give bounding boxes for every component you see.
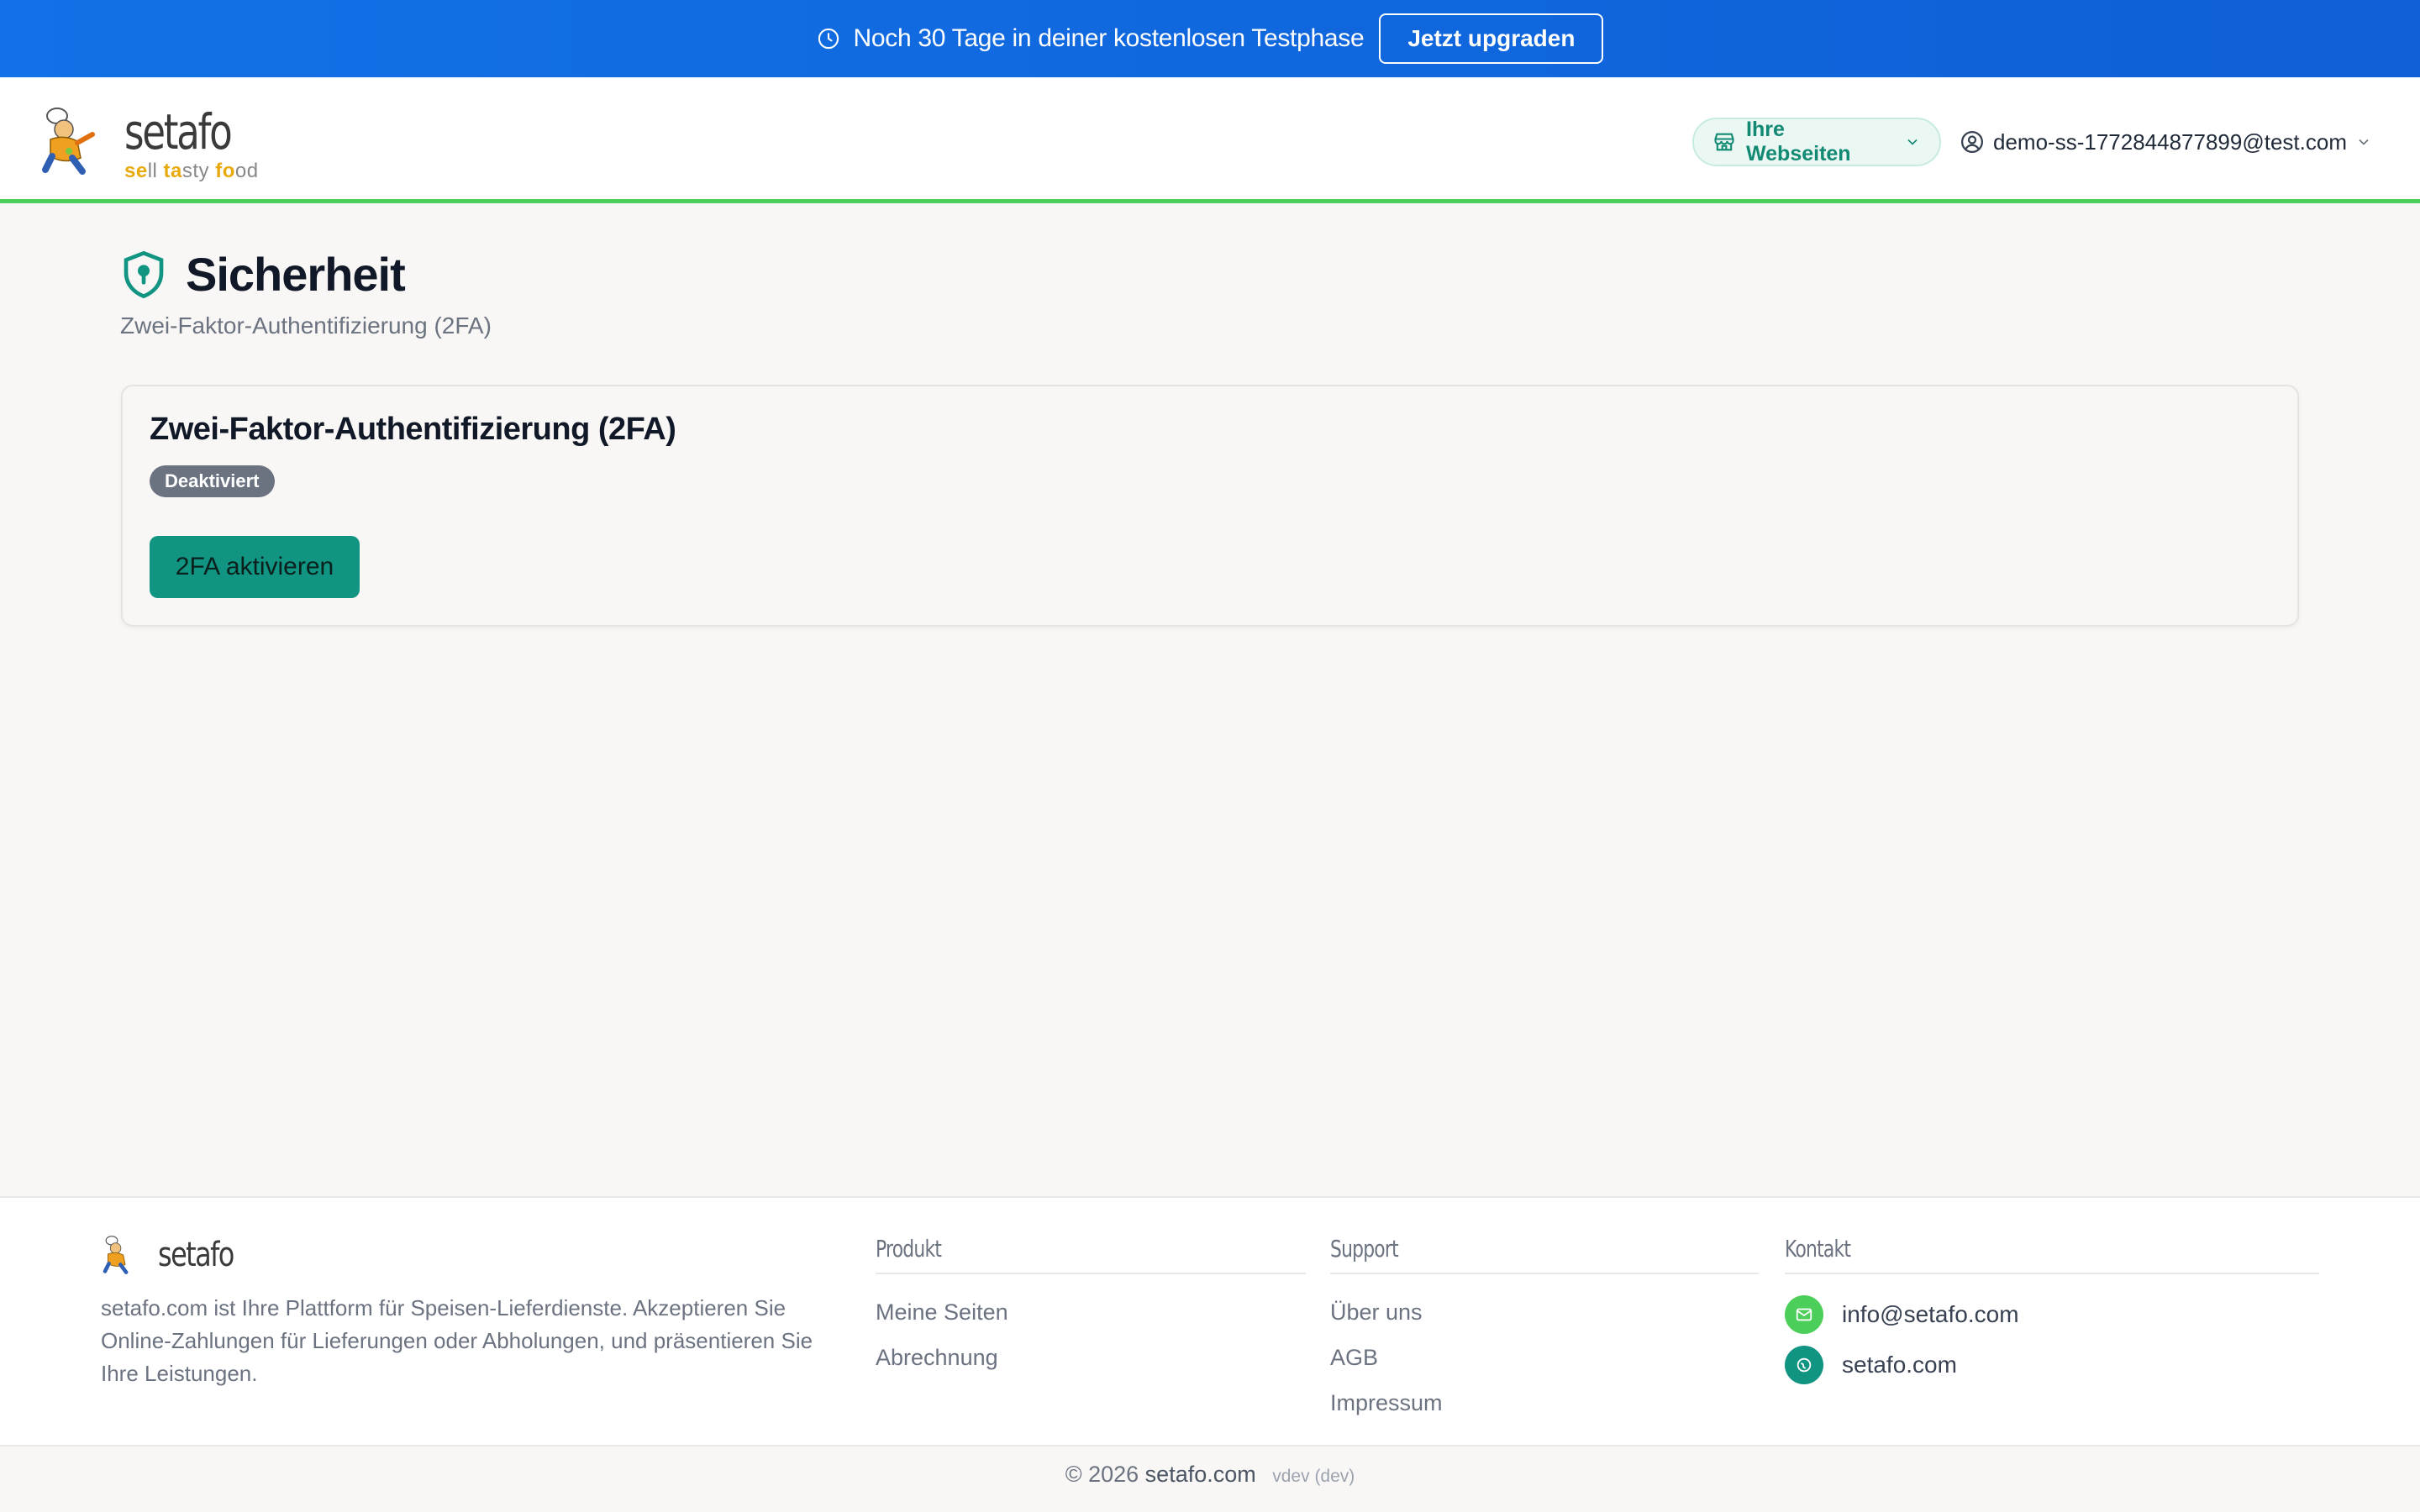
upgrade-button[interactable]: Jetzt upgraden [1379,13,1604,64]
contact-website-text: setafo.com [1842,1352,1957,1378]
footer-link-ueber-uns[interactable]: Über uns [1330,1289,1759,1335]
brand-name: setafo [124,103,233,160]
shield-lock-icon [124,250,164,298]
trial-message: Noch 30 Tage in deiner kostenlosen Testp… [853,24,1365,52]
footer-column-support: Support Über uns AGB Impressum [1330,1235,1759,1425]
contact-website[interactable]: setafo.com [1785,1340,2319,1390]
user-circle-icon [1961,131,1983,153]
footer-link-meine-seiten[interactable]: Meine Seiten [876,1289,1306,1335]
divider [1330,1273,1759,1274]
footer-heading: Support [1330,1235,1399,1263]
footer-link-agb[interactable]: AGB [1330,1335,1759,1380]
user-menu[interactable]: demo-ss-1772844877899@test.com [1960,118,2372,166]
two-factor-card: Zwei-Faktor-Authentifizierung (2FA) Deak… [121,385,2299,627]
mail-icon [1785,1295,1823,1334]
footer-heading: Kontakt [1785,1235,1851,1263]
chevron-down-icon [2359,139,2369,145]
footer-column-kontakt: Kontakt info@setafo.com setafo.com [1785,1235,2319,1390]
clock-icon [818,28,839,50]
websites-label: Ihre Webseiten [1746,118,1851,165]
contact-email[interactable]: info@setafo.com [1785,1289,2319,1340]
page-title: Sicherheit [186,248,406,301]
copyright: © 2026 setafo.com vdev (dev) [0,1462,2420,1488]
status-badge: Deaktiviert [150,465,275,497]
page-subtitle: Zwei-Faktor-Authentifizierung (2FA) [120,312,492,339]
globe-icon [1785,1346,1823,1384]
divider [876,1273,1306,1274]
version-label: vdev (dev) [1272,1467,1355,1486]
storefront-icon [1714,133,1734,151]
divider [1785,1273,2319,1274]
footer-link-impressum[interactable]: Impressum [1330,1380,1759,1425]
brand-tagline: sell tasty food [124,160,259,182]
activate-2fa-button[interactable]: 2FA aktivieren [150,536,360,598]
page-heading: Sicherheit [120,247,406,302]
trial-banner: Noch 30 Tage in deiner kostenlosen Testp… [0,0,2420,77]
user-email: demo-ss-1772844877899@test.com [1993,129,2347,155]
card-title: Zwei-Faktor-Authentifizierung (2FA) [150,412,676,447]
chef-mascot-icon [42,108,95,175]
footer-brand-name: setafo [158,1236,234,1274]
footer-link-abrechnung[interactable]: Abrechnung [876,1335,1306,1380]
footer-description: setafo.com ist Ihre Plattform für Speise… [101,1295,813,1386]
copyright-brand: setafo.com [1144,1462,1256,1487]
footer-logo[interactable]: setafo [101,1235,252,1275]
contact-email-text: info@setafo.com [1842,1301,2019,1327]
footer-column-produkt: Produkt Meine Seiten Abrechnung [876,1235,1306,1380]
logo[interactable]: setafo sell tasty food [39,103,260,183]
footer-heading: Produkt [876,1235,942,1263]
footer: setafo setafo.com ist Ihre Plattform für… [0,1196,2420,1446]
copyright-year: © 2026 [1065,1462,1139,1487]
websites-dropdown-button[interactable]: Ihre Webseiten [1692,118,1941,166]
chef-mascot-icon [103,1236,129,1274]
chevron-down-icon [1907,139,1918,145]
